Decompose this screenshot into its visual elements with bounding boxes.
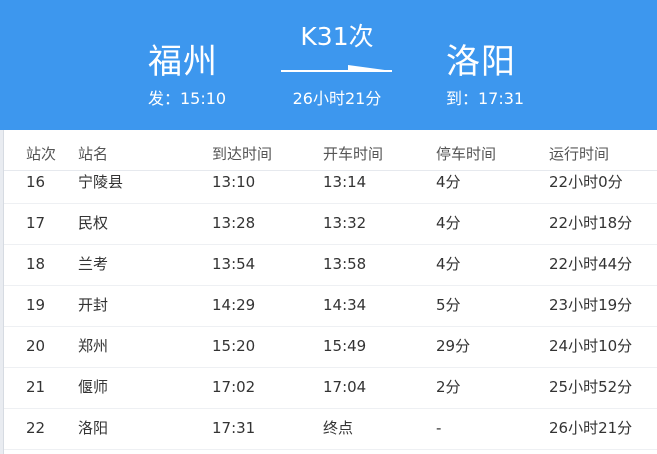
cell-running-time: 23小时19分 — [549, 296, 633, 314]
cell-arrival: 17:02 — [212, 378, 256, 396]
cell-stop-duration: 2分 — [436, 378, 461, 396]
cell-stop-no: 17 — [26, 214, 46, 232]
cell-stop-duration: 5分 — [436, 296, 461, 314]
cell-station: 兰考 — [78, 255, 109, 273]
departure-time: 发：15:10 — [148, 89, 227, 108]
trip-duration: 26小时21分 — [292, 89, 382, 108]
cell-station: 洛阳 — [78, 419, 109, 437]
arrival-station: 洛阳 — [446, 42, 516, 82]
cell-stop-no: 21 — [26, 378, 46, 396]
cell-station: 偃师 — [78, 378, 109, 396]
cell-stop-no: 20 — [26, 337, 46, 355]
cell-stop-duration: - — [436, 419, 442, 437]
table-row: 20 郑州 15:20 15:49 29分 24小时10分 — [4, 326, 657, 368]
cell-station: 开封 — [78, 296, 109, 314]
cell-stop-no: 22 — [26, 419, 46, 437]
departure-station: 福州 — [148, 42, 218, 82]
cell-departure: 终点 — [323, 419, 354, 437]
table-row: 17 民权 13:28 13:32 4分 22小时18分 — [4, 203, 657, 245]
table-row: 22 洛阳 17:31 终点 - 26小时21分 — [4, 408, 657, 450]
cell-stop-no: 19 — [26, 296, 46, 314]
stop-list-panel[interactable]: 站次 站名 到达时间 开车时间 停车时间 运行时间 16 宁陵县 13:10 1… — [3, 130, 657, 454]
cell-stop-duration: 29分 — [436, 337, 471, 355]
table-row: 18 兰考 13:54 13:58 4分 22小时44分 — [4, 244, 657, 286]
header-stop-no: 站次 — [26, 145, 57, 163]
table-row: 16 宁陵县 13:10 13:14 4分 22小时0分 — [4, 162, 657, 204]
cell-arrival: 13:28 — [212, 214, 256, 232]
train-number: K31次 — [300, 22, 374, 51]
cell-arrival: 14:29 — [212, 296, 256, 314]
cell-running-time: 22小时0分 — [549, 173, 623, 191]
cell-running-time: 25小时52分 — [549, 378, 633, 396]
cell-departure: 14:34 — [323, 296, 367, 314]
cell-station: 民权 — [78, 214, 109, 232]
table-row: 19 开封 14:29 14:34 5分 23小时19分 — [4, 285, 657, 327]
header-station: 站名 — [78, 145, 109, 163]
cell-stop-duration: 4分 — [436, 214, 461, 232]
cell-running-time: 22小时44分 — [549, 255, 633, 273]
header-departure: 开车时间 — [323, 145, 384, 163]
route-header: 福州 发：15:10 K31次 26小时21分 洛阳 到：17:31 — [0, 0, 657, 130]
cell-arrival: 13:10 — [212, 173, 256, 191]
cell-running-time: 26小时21分 — [549, 419, 633, 437]
cell-station: 郑州 — [78, 337, 109, 355]
table-row: 21 偃师 17:02 17:04 2分 25小时52分 — [4, 367, 657, 409]
cell-stop-duration: 4分 — [436, 173, 461, 191]
arrival-time: 到：17:31 — [446, 89, 525, 108]
header-arrival: 到达时间 — [212, 145, 273, 163]
cell-stop-no: 16 — [26, 173, 46, 191]
cell-stop-no: 18 — [26, 255, 46, 273]
cell-running-time: 22小时18分 — [549, 214, 633, 232]
cell-arrival: 17:31 — [212, 419, 256, 437]
cell-departure: 13:14 — [323, 173, 367, 191]
route-arrow-icon — [281, 65, 392, 72]
cell-departure: 17:04 — [323, 378, 367, 396]
cell-departure: 13:32 — [323, 214, 367, 232]
cell-arrival: 13:54 — [212, 255, 256, 273]
cell-departure: 13:58 — [323, 255, 367, 273]
cell-departure: 15:49 — [323, 337, 367, 355]
header-running-time: 运行时间 — [549, 145, 610, 163]
cell-station: 宁陵县 — [78, 173, 124, 191]
cell-running-time: 24小时10分 — [549, 337, 633, 355]
header-stop-duration: 停车时间 — [436, 145, 497, 163]
cell-arrival: 15:20 — [212, 337, 256, 355]
cell-stop-duration: 4分 — [436, 255, 461, 273]
